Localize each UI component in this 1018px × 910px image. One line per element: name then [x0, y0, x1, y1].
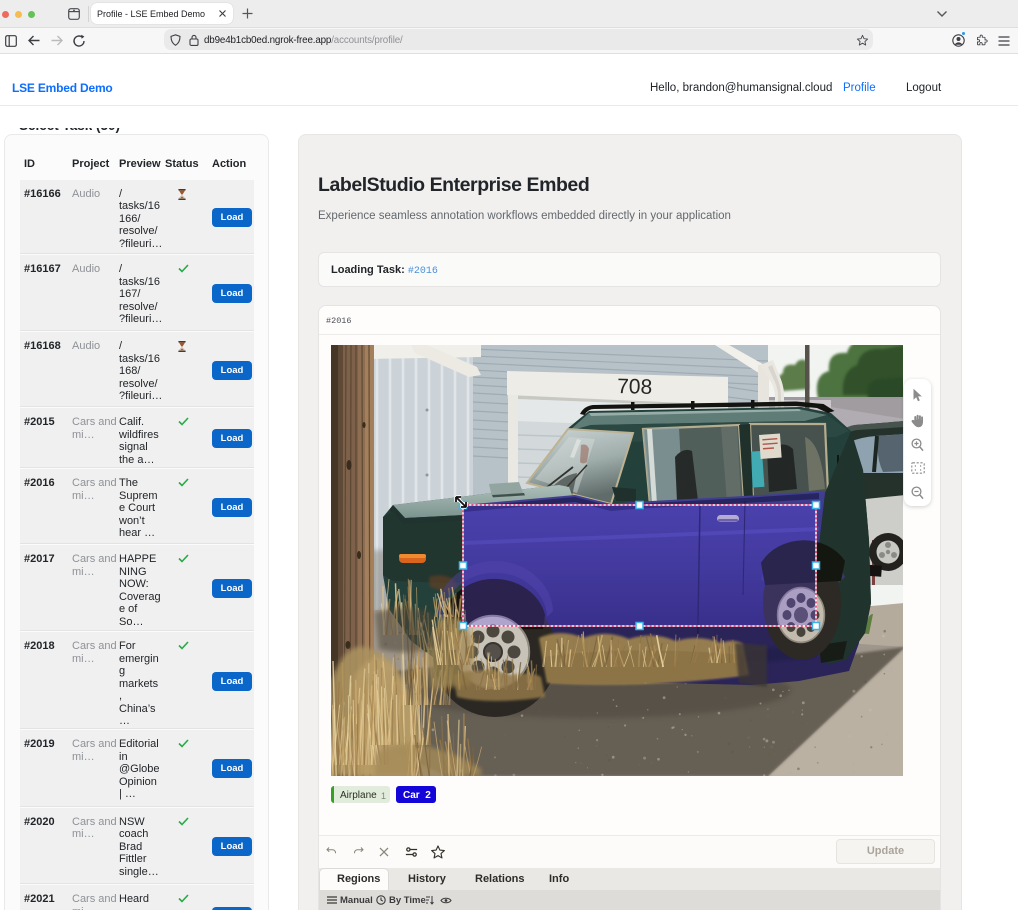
svg-text:708: 708 [617, 375, 653, 399]
